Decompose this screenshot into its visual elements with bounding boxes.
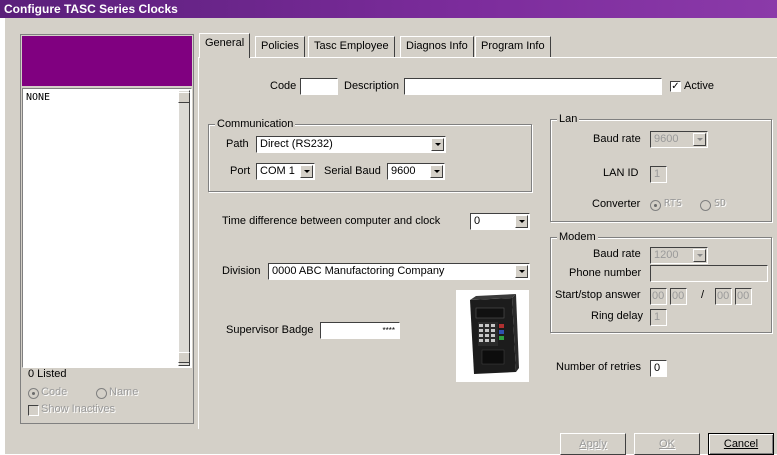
code-label: Code bbox=[270, 80, 297, 92]
ok-button-label: OK bbox=[659, 438, 675, 450]
chevron-down-icon[interactable] bbox=[515, 265, 528, 278]
code-field[interactable] bbox=[300, 78, 338, 95]
show-inactives-checkbox[interactable] bbox=[28, 405, 39, 416]
retries-field[interactable]: 0 bbox=[650, 360, 667, 377]
path-dropdown[interactable]: Direct (RS232) bbox=[256, 136, 446, 153]
time-diff-label: Time difference between computer and clo… bbox=[222, 215, 441, 227]
lan-id-label: LAN ID bbox=[603, 167, 639, 179]
ok-button[interactable]: OK bbox=[634, 433, 700, 455]
converter-label: Converter bbox=[592, 198, 641, 210]
lan-baud-rate-dropdown[interactable]: 9600 bbox=[650, 131, 708, 148]
sort-code-label: Code bbox=[41, 386, 68, 398]
cancel-button[interactable]: Cancel bbox=[708, 433, 774, 455]
modem-baud-rate-dropdown[interactable]: 1200 bbox=[650, 247, 708, 264]
converter-rts-radio[interactable] bbox=[650, 200, 661, 211]
start-minute-field[interactable]: 00 bbox=[670, 288, 687, 305]
chevron-down-icon[interactable] bbox=[515, 215, 528, 228]
clock-list[interactable]: NONE bbox=[22, 88, 192, 368]
active-label: Active bbox=[684, 80, 714, 92]
lan-id-field[interactable]: 1 bbox=[650, 166, 667, 183]
lan-legend: Lan bbox=[557, 113, 580, 125]
division-dropdown[interactable]: 0000 ABC Manufactoring Company bbox=[268, 263, 530, 280]
path-value: Direct (RS232) bbox=[260, 138, 333, 150]
time-diff-dropdown[interactable]: 0 bbox=[470, 213, 530, 230]
start-stop-label: Start/stop answer bbox=[555, 289, 641, 301]
time-separator: / bbox=[701, 289, 705, 301]
retries-label: Number of retries bbox=[556, 361, 641, 373]
communication-group: Communication bbox=[208, 118, 532, 192]
tab-program-info[interactable]: Program Info bbox=[475, 36, 551, 57]
list-item[interactable]: NONE bbox=[26, 92, 50, 103]
chevron-down-icon[interactable] bbox=[300, 165, 313, 178]
description-field[interactable] bbox=[404, 78, 662, 95]
scroll-down-arrow[interactable] bbox=[178, 352, 190, 363]
serial-baud-dropdown[interactable]: 9600 bbox=[387, 163, 445, 180]
division-label: Division bbox=[222, 265, 261, 277]
listed-count: 0 Listed bbox=[28, 368, 67, 380]
time-diff-value: 0 bbox=[474, 215, 481, 227]
converter-rts-label: RTS bbox=[664, 198, 683, 209]
tab-policies[interactable]: Policies bbox=[255, 36, 305, 57]
tab-tasc-employee[interactable]: Tasc Employee bbox=[308, 36, 395, 57]
port-label: Port bbox=[230, 165, 251, 177]
lan-baud-rate-value: 9600 bbox=[654, 133, 679, 145]
ring-delay-field[interactable]: 1 bbox=[650, 309, 667, 326]
ring-delay-label: Ring delay bbox=[591, 310, 643, 322]
window-title: Configure TASC Series Clocks bbox=[0, 0, 777, 18]
lan-baud-rate-label: Baud rate bbox=[593, 133, 641, 145]
supervisor-badge-label: Supervisor Badge bbox=[226, 324, 314, 336]
purple-header bbox=[22, 36, 192, 86]
chevron-down-icon[interactable] bbox=[693, 249, 706, 262]
serial-baud-label: Serial Baud bbox=[324, 165, 381, 177]
apply-button[interactable]: Apply bbox=[560, 433, 626, 455]
show-inactives-label: Show Inactives bbox=[41, 403, 115, 415]
port-value: COM 1 bbox=[260, 165, 295, 177]
tab-diagnos-info[interactable]: Diagnos Info bbox=[400, 36, 474, 57]
path-label: Path bbox=[226, 138, 249, 150]
port-dropdown[interactable]: COM 1 bbox=[256, 163, 315, 180]
modem-baud-rate-value: 1200 bbox=[654, 249, 679, 261]
phone-number-field[interactable] bbox=[650, 265, 768, 282]
chevron-down-icon[interactable] bbox=[693, 133, 706, 146]
list-scrollbar[interactable] bbox=[178, 90, 190, 366]
phone-number-label: Phone number bbox=[569, 267, 642, 279]
active-checkbox[interactable]: ✓ bbox=[670, 81, 681, 92]
converter-sd-label: SD bbox=[714, 198, 727, 209]
stop-hour-field[interactable]: 00 bbox=[715, 288, 732, 305]
start-hour-field[interactable]: 00 bbox=[650, 288, 667, 305]
scroll-up-arrow[interactable] bbox=[178, 92, 190, 103]
stop-minute-field[interactable]: 00 bbox=[735, 288, 752, 305]
converter-sd-radio[interactable] bbox=[700, 200, 711, 211]
modem-baud-rate-label: Baud rate bbox=[593, 248, 641, 260]
tab-general[interactable]: General bbox=[199, 33, 251, 58]
communication-legend: Communication bbox=[215, 118, 296, 130]
modem-legend: Modem bbox=[557, 231, 598, 243]
sort-name-radio[interactable] bbox=[96, 388, 107, 399]
clock-device-image bbox=[456, 290, 529, 382]
sort-name-label: Name bbox=[109, 386, 139, 398]
serial-baud-value: 9600 bbox=[391, 165, 416, 177]
supervisor-badge-value: **** bbox=[382, 326, 395, 335]
cancel-button-label: Cancel bbox=[723, 438, 759, 450]
chevron-down-icon[interactable] bbox=[431, 138, 444, 151]
sort-code-radio[interactable] bbox=[28, 388, 39, 399]
apply-button-label: Apply bbox=[579, 438, 607, 450]
division-value: 0000 ABC Manufactoring Company bbox=[272, 265, 445, 277]
description-label: Description bbox=[344, 80, 400, 92]
clock-device-icon bbox=[470, 294, 519, 374]
chevron-down-icon[interactable] bbox=[430, 165, 443, 178]
supervisor-badge-field[interactable]: **** bbox=[320, 322, 400, 339]
